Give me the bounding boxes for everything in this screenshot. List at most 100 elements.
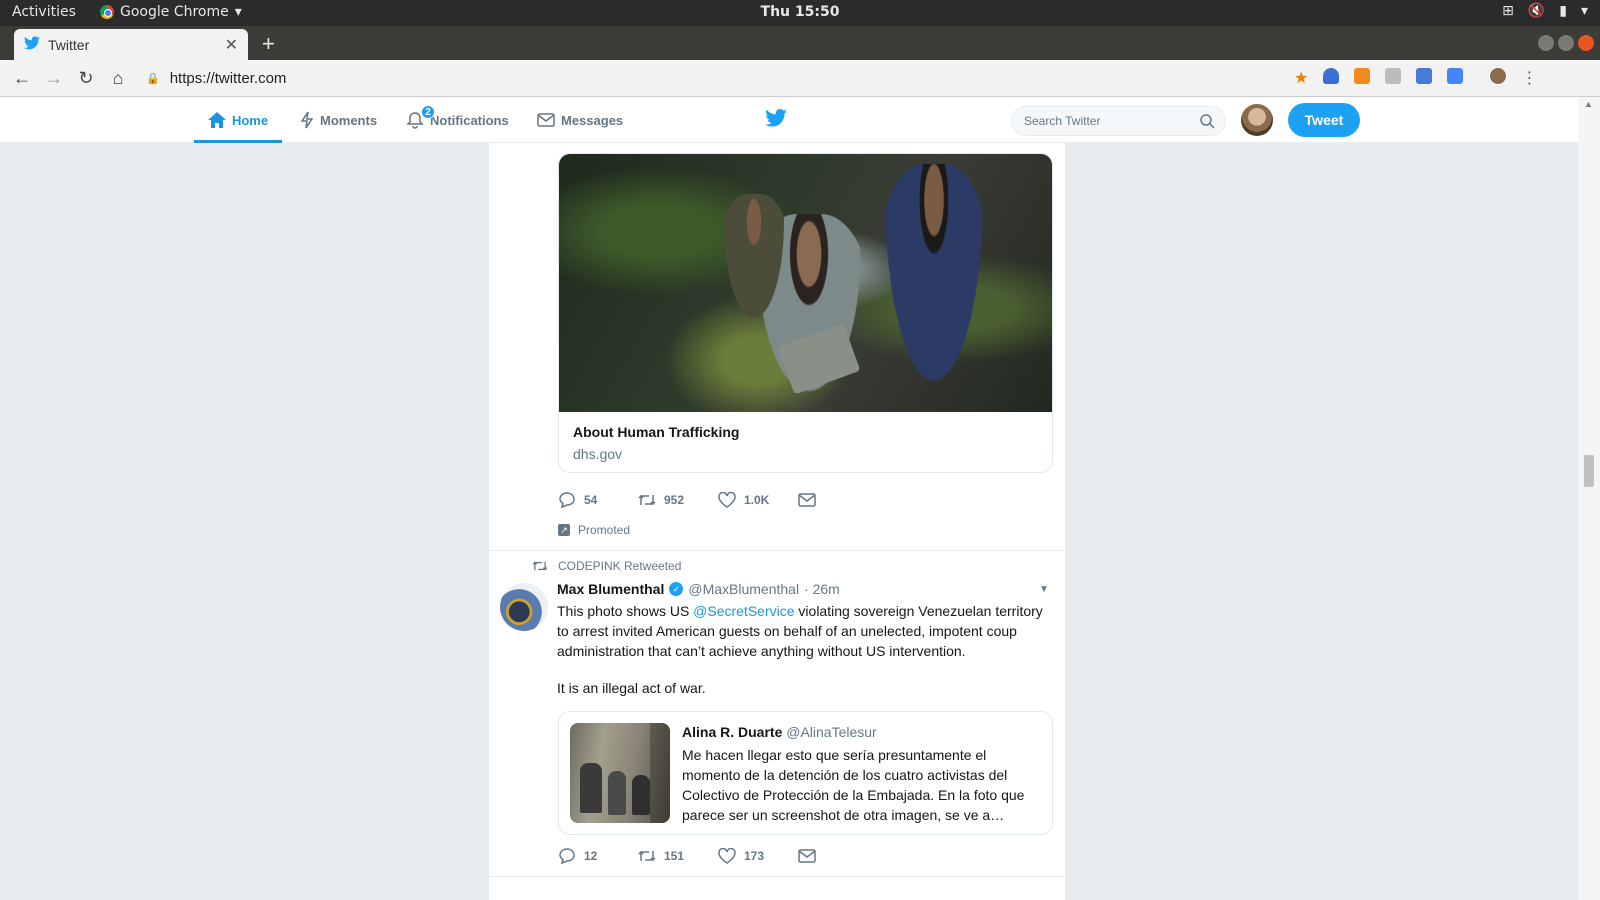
system-top-bar: Activities Google Chrome ▾ Thu 15:50 ⊞ 🔇… xyxy=(0,0,1600,26)
card-image xyxy=(559,154,1052,414)
extension-icon[interactable] xyxy=(1385,68,1402,84)
url-text: https://twitter.com xyxy=(169,70,287,87)
app-menu-label: Google Chrome xyxy=(120,4,229,20)
notifications-badge: 2 xyxy=(421,105,435,119)
twitter-logo-icon[interactable] xyxy=(765,109,787,132)
twitter-global-nav: Home Moments 2 Notifications Messages Se… xyxy=(0,97,1578,143)
quoted-tweet-image[interactable] xyxy=(570,723,670,823)
author-handle[interactable]: @MaxBlumenthal xyxy=(688,581,799,597)
back-button[interactable]: ← xyxy=(6,68,38,89)
link-card[interactable]: About Human Trafficking dhs.gov xyxy=(558,153,1053,473)
card-title: About Human Trafficking xyxy=(573,424,740,440)
like-count: 173 xyxy=(744,849,765,863)
reload-button[interactable]: ↻ xyxy=(70,68,102,89)
heart-icon xyxy=(718,848,736,864)
like-button[interactable]: 1.0K xyxy=(718,492,798,508)
tweet-timestamp[interactable]: · 26m xyxy=(804,581,840,597)
search-input[interactable]: Search Twitter xyxy=(1011,106,1226,136)
chevron-down-icon[interactable]: ▾ xyxy=(1581,3,1588,19)
tweet-text-part: This photo shows US xyxy=(557,603,694,619)
tweet-header: Max Blumenthal ✓ @MaxBlumenthal · 26m xyxy=(557,581,840,597)
retweet-button[interactable]: 952 xyxy=(638,493,718,507)
tweet-divider xyxy=(489,876,1065,877)
reply-icon xyxy=(559,492,575,508)
reply-button[interactable]: 12 xyxy=(558,848,638,864)
rss-icon[interactable] xyxy=(1354,68,1371,84)
nav-home[interactable]: Home xyxy=(194,97,282,143)
bookmark-star-icon[interactable]: ★ xyxy=(1294,68,1308,87)
retweet-icon xyxy=(532,561,548,571)
forward-button[interactable]: → xyxy=(38,68,70,89)
quoted-author-handle: @AlinaTelesur xyxy=(786,724,877,740)
camera-icon[interactable] xyxy=(1416,68,1433,84)
nav-moments[interactable]: Moments xyxy=(300,97,377,143)
retweet-context-text: CODEPINK Retweeted xyxy=(558,559,682,573)
tweet-actions: 54 952 1.0K xyxy=(558,492,878,508)
retweet-button[interactable]: 151 xyxy=(638,849,718,863)
scrollbar-thumb[interactable] xyxy=(1584,455,1594,487)
browser-tab[interactable]: Twitter ✕ xyxy=(14,29,248,60)
tab-title: Twitter xyxy=(48,36,90,53)
mention-link[interactable]: @SecretService xyxy=(693,603,794,619)
search-icon[interactable] xyxy=(1199,113,1215,129)
promoted-label[interactable]: ↗ Promoted xyxy=(558,523,630,537)
tweet-text-line2: It is an illegal act of war. xyxy=(557,680,706,696)
tweet-actions: 12 151 173 xyxy=(558,848,878,864)
promoted-icon: ↗ xyxy=(558,524,570,536)
network-icon[interactable]: ⊞ xyxy=(1502,3,1514,19)
lightning-icon xyxy=(300,111,314,129)
author-name[interactable]: Max Blumenthal xyxy=(557,581,664,597)
maximize-button[interactable] xyxy=(1558,35,1574,51)
reply-count: 12 xyxy=(584,849,598,863)
nav-home-label: Home xyxy=(231,112,269,128)
chrome-icon xyxy=(100,5,114,19)
account-avatar[interactable] xyxy=(1241,104,1273,136)
retweet-icon xyxy=(638,850,656,862)
menu-kebab-icon[interactable]: ⋮ xyxy=(1521,68,1537,87)
home-button[interactable]: ⌂ xyxy=(102,68,134,89)
tweet-text: This photo shows US @SecretService viola… xyxy=(557,601,1052,661)
battery-icon[interactable]: ▮ xyxy=(1559,3,1567,19)
direct-message-button[interactable] xyxy=(798,493,878,507)
volume-icon[interactable]: 🔇 xyxy=(1528,3,1545,19)
nav-moments-label: Moments xyxy=(320,112,378,128)
quoted-tweet-text: Me hacen llegar esto que sería presuntam… xyxy=(682,747,1025,823)
nav-notifications[interactable]: 2 Notifications xyxy=(406,97,509,143)
activities-button[interactable]: Activities xyxy=(12,4,76,20)
new-tab-button[interactable]: + xyxy=(262,31,275,57)
retweet-context[interactable]: CODEPINK Retweeted xyxy=(532,559,681,573)
close-tab-icon[interactable]: ✕ xyxy=(225,35,238,55)
lock-icon[interactable]: 🔒 xyxy=(146,72,160,85)
tweet-more-chevron-down-icon[interactable]: ▼ xyxy=(1039,584,1049,595)
chevron-down-icon: ▾ xyxy=(234,4,242,20)
window-controls xyxy=(1538,35,1594,51)
profile-icon[interactable] xyxy=(1490,68,1507,84)
minimize-button[interactable] xyxy=(1538,35,1554,51)
envelope-icon xyxy=(537,113,555,127)
direct-message-button[interactable] xyxy=(798,849,878,863)
address-bar[interactable]: 🔒 https://twitter.com xyxy=(146,65,1296,92)
retweet-count: 952 xyxy=(664,493,685,507)
envelope-icon xyxy=(798,493,816,507)
nav-messages[interactable]: Messages xyxy=(537,97,623,143)
close-window-button[interactable] xyxy=(1578,35,1594,51)
verified-badge-icon: ✓ xyxy=(669,582,684,596)
search-placeholder: Search Twitter xyxy=(1024,114,1101,128)
quoted-tweet[interactable]: Alina R. Duarte @AlinaTelesur Me hacen l… xyxy=(558,711,1053,835)
like-button[interactable]: 173 xyxy=(718,848,798,864)
like-count: 1.0K xyxy=(744,493,770,507)
system-tray[interactable]: ⊞ 🔇 ▮ ▾ xyxy=(1502,3,1588,19)
extension-icon[interactable] xyxy=(1323,68,1340,84)
page-scrollbar[interactable]: ▲ xyxy=(1578,97,1600,900)
nav-notifications-label: Notifications xyxy=(430,112,509,128)
timeline: About Human Trafficking dhs.gov 54 952 1… xyxy=(489,143,1065,900)
author-avatar[interactable] xyxy=(500,583,548,631)
app-menu[interactable]: Google Chrome ▾ xyxy=(100,4,242,20)
tweet-compose-button[interactable]: Tweet xyxy=(1288,103,1360,137)
home-icon xyxy=(207,112,226,128)
translate-icon[interactable] xyxy=(1447,68,1464,84)
reply-button[interactable]: 54 xyxy=(558,492,638,508)
scroll-up-arrow-icon[interactable]: ▲ xyxy=(1584,99,1593,109)
retweet-icon xyxy=(638,494,656,506)
extensions-area: ★ ⋮ xyxy=(1294,68,1537,87)
